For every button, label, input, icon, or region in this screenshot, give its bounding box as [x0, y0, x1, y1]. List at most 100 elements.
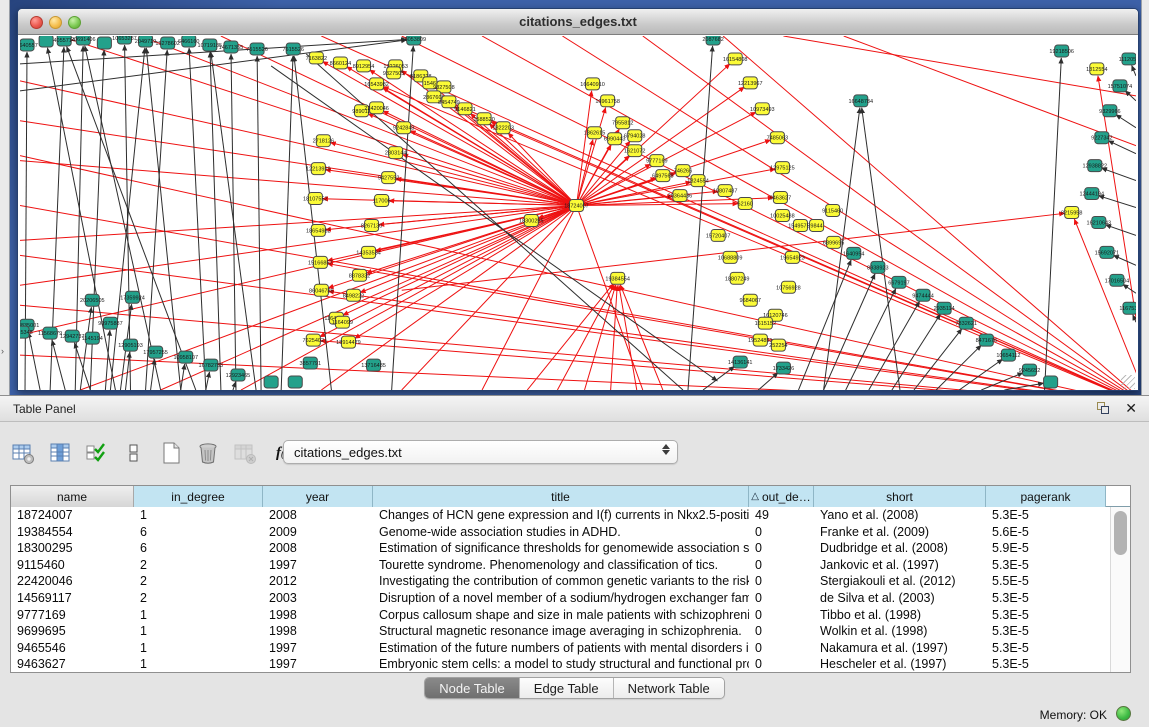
graph-node[interactable] — [1044, 376, 1058, 388]
network-view-window[interactable]: citations_edges.txt 16405574055714206914… — [17, 8, 1139, 391]
graph-edge[interactable] — [1108, 141, 1136, 154]
column-header-pagerank[interactable]: pagerank — [986, 486, 1106, 507]
graph-edge[interactable] — [360, 206, 576, 293]
graph-node[interactable] — [288, 376, 302, 388]
graph-node[interactable]: 1640557 — [20, 39, 38, 51]
close-panel-icon[interactable]: ✕ — [1125, 400, 1137, 416]
graph-node[interactable]: 8267130 — [361, 219, 383, 231]
graph-node[interactable] — [264, 376, 278, 388]
column-header-name[interactable]: name — [11, 486, 134, 507]
graph-node[interactable]: 10025488 — [770, 210, 795, 222]
right-splitter-strip[interactable] — [1141, 0, 1149, 395]
graph-node[interactable]: 8938923 — [867, 261, 889, 273]
graph-edge[interactable] — [846, 289, 896, 390]
graph-edge[interactable] — [206, 372, 210, 390]
graph-node[interactable]: 18654982 — [306, 224, 331, 236]
row-height-button[interactable] — [121, 440, 147, 466]
graph-node[interactable]: 2087682 — [702, 36, 724, 45]
graph-edge[interactable] — [189, 48, 206, 390]
graph-node[interactable]: 16782753 — [199, 359, 224, 371]
column-header-in_degree[interactable]: in_degree — [134, 486, 263, 507]
table-row[interactable]: 1872400712008Changes of HCN gene express… — [11, 507, 1110, 524]
graph-node[interactable]: 6794028 — [624, 130, 646, 142]
graph-node[interactable]: 16053809 — [401, 36, 426, 45]
graph-node[interactable]: 15720407 — [706, 229, 731, 241]
create-column-button[interactable] — [158, 440, 184, 466]
column-header-out_de[interactable]: △out_de… — [749, 486, 814, 507]
graph-node[interactable]: 2049719 — [135, 36, 157, 47]
graph-node[interactable]: 16154808 — [723, 53, 748, 65]
table-row[interactable]: 1456911722003Disruption of a novel membe… — [11, 590, 1110, 607]
graph-edge[interactable] — [181, 364, 185, 390]
graph-node[interactable] — [97, 37, 111, 49]
table-mode-button[interactable] — [10, 440, 36, 466]
window-titlebar[interactable]: citations_edges.txt — [18, 9, 1138, 35]
graph-node[interactable]: 62160 — [738, 198, 753, 210]
graph-node[interactable]: 16648784 — [848, 95, 873, 107]
graph-edge[interactable] — [482, 36, 1136, 390]
network-graph[interactable]: 1640557405571420691406106532872049719152… — [20, 36, 1136, 390]
graph-edge[interactable] — [233, 382, 236, 390]
graph-edge[interactable] — [758, 373, 778, 390]
graph-node[interactable]: 16210643 — [1087, 216, 1112, 228]
left-splitter-strip[interactable]: › — [0, 0, 10, 395]
graph-node[interactable] — [39, 36, 53, 47]
graph-node[interactable]: 9684067 — [740, 294, 762, 306]
graph-node[interactable]: 9115460 — [822, 205, 843, 217]
table-row[interactable]: 911546021997Tourette syndrome. Phenomeno… — [11, 557, 1110, 574]
graph-edge[interactable] — [783, 36, 1136, 96]
show-columns-button[interactable] — [47, 440, 73, 466]
graph-node[interactable]: 12905193 — [118, 339, 143, 351]
graph-node[interactable]: 15166857 — [308, 256, 333, 268]
graph-edge[interactable] — [257, 56, 261, 390]
graph-node[interactable]: 15751074 — [1108, 80, 1133, 92]
graph-edge[interactable] — [1113, 255, 1136, 265]
tab-network-table[interactable]: Network Table — [614, 678, 724, 698]
graph-edge[interactable] — [862, 108, 900, 390]
network-canvas[interactable]: 1640557405571420691406106532872049719152… — [20, 36, 1136, 390]
column-header-year[interactable]: year — [263, 486, 373, 507]
graph-node[interactable]: 1145194 — [82, 332, 103, 344]
graph-edge[interactable] — [52, 340, 65, 390]
graph-node[interactable]: 1167533 — [1119, 302, 1136, 314]
table-row[interactable]: 969969511998Structural magnetic resonanc… — [11, 623, 1110, 640]
graph-edge[interactable] — [892, 314, 940, 390]
graph-node[interactable]: 11568679 — [38, 327, 62, 339]
graph-node[interactable]: 14353534 — [356, 246, 381, 258]
graph-node[interactable]: 2935114 — [934, 302, 955, 314]
graph-node[interactable]: 20206505 — [80, 294, 105, 306]
table-row[interactable]: 946362711997Embryonic stem cells: a mode… — [11, 656, 1110, 672]
window-resize-grip[interactable] — [1121, 375, 1135, 389]
graph-node[interactable]: 12923465 — [226, 369, 251, 381]
column-header-short[interactable]: short — [814, 486, 986, 507]
graph-node[interactable]: 13716485 — [361, 359, 386, 371]
graph-edge[interactable] — [1101, 168, 1136, 181]
graph-node[interactable]: 12975125 — [770, 162, 795, 174]
select-all-columns-button[interactable] — [84, 440, 110, 466]
scrollbar-thumb[interactable] — [1114, 511, 1127, 555]
graph-node[interactable]: 9427552 — [378, 172, 400, 184]
graph-node[interactable]: 19218506 — [1049, 45, 1074, 57]
graph-node[interactable]: 8878332 — [349, 269, 371, 281]
vertical-scrollbar[interactable] — [1110, 507, 1130, 672]
column-header-title[interactable]: title — [373, 486, 749, 507]
graph-node[interactable]: 19384554 — [605, 272, 630, 284]
graph-node[interactable]: 9245652 — [1019, 364, 1041, 376]
graph-node[interactable]: 10807487 — [713, 185, 738, 197]
graph-edge[interactable] — [1132, 65, 1136, 75]
graph-node[interactable]: 12444194 — [1080, 188, 1105, 200]
graph-node[interactable]: 1112054 — [1119, 53, 1136, 65]
graph-node[interactable]: 17957255 — [143, 346, 168, 358]
graph-edge[interactable] — [74, 343, 90, 390]
graph-edge[interactable] — [703, 366, 735, 390]
graph-node[interactable]: 16640910 — [580, 78, 605, 90]
graph-edge[interactable] — [798, 260, 851, 390]
graph-node[interactable]: 1164099 — [332, 316, 353, 328]
table-row[interactable]: 946554611997Estimation of the future num… — [11, 640, 1110, 657]
table-row[interactable]: 1830029562008Estimation of significance … — [11, 540, 1110, 557]
graph-edge[interactable] — [20, 206, 576, 336]
table-selector-dropdown[interactable]: citations_edges.txt — [283, 440, 678, 464]
graph-edge[interactable] — [576, 91, 591, 206]
graph-node[interactable]: 8215958 — [1061, 207, 1083, 219]
graph-node[interactable]: 9463627 — [770, 192, 792, 204]
